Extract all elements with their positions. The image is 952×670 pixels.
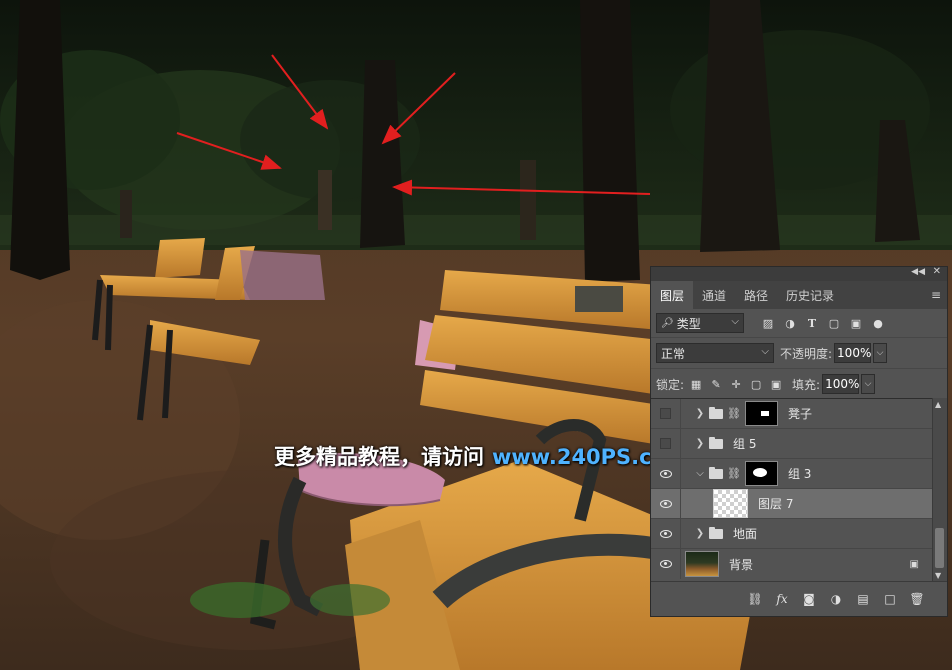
- opacity-input[interactable]: 100%: [834, 343, 871, 363]
- layer-thumbnail[interactable]: [713, 489, 748, 518]
- adjustment-filter-icon[interactable]: ◑: [784, 317, 796, 330]
- hidden-box-icon: [660, 438, 671, 449]
- visibility-toggle[interactable]: [651, 489, 681, 518]
- visibility-toggle[interactable]: [651, 399, 681, 428]
- layer-name: 组 5: [733, 437, 757, 451]
- layer-mask-thumbnail[interactable]: [744, 401, 778, 426]
- chevron-right-icon[interactable]: ❯: [695, 408, 705, 419]
- collapse-panel-icon[interactable]: ◀◀: [911, 267, 925, 277]
- layer-mask-thumbnail[interactable]: [744, 461, 778, 486]
- folder-open-icon: [709, 466, 723, 479]
- chevron-down-icon: ⌵: [731, 316, 739, 327]
- panel-menu-icon[interactable]: ≡: [931, 289, 941, 301]
- layer-thumbnail[interactable]: [685, 551, 719, 577]
- watermark-text: 更多精品教程，请访问: [274, 445, 484, 469]
- adjustment-layer-icon[interactable]: ◑: [828, 592, 844, 606]
- add-mask-icon[interactable]: ◙: [801, 592, 817, 606]
- visibility-toggle[interactable]: [651, 429, 681, 458]
- lock-artboard-icon[interactable]: ▢: [750, 378, 762, 391]
- panel-titlebar: ◀◀ ✕: [651, 266, 947, 281]
- trash-icon[interactable]: 🗑︎: [909, 592, 925, 606]
- folder-icon: [709, 436, 723, 449]
- lock-row: 锁定: ▦ ✎ ✛ ▢ ▣ 填充: 100% ⌵: [651, 368, 947, 399]
- new-group-icon[interactable]: ▤: [855, 592, 871, 606]
- filter-row: 🔎︎ 类型 ⌵ ▨ ◑ T ▢ ▣ ●: [651, 309, 947, 337]
- blend-row: 正常 ⌵ 不透明度: 100% ⌵: [651, 337, 947, 368]
- eye-icon: [659, 499, 672, 508]
- eye-icon: [659, 529, 672, 538]
- chevron-right-icon[interactable]: ❯: [695, 438, 705, 449]
- layers-scrollbar[interactable]: ▲ ▼: [932, 398, 947, 582]
- blend-mode-value: 正常: [661, 346, 686, 361]
- layer-row-group3[interactable]: ⌵ ⛓ 组 3: [651, 459, 933, 489]
- visibility-toggle[interactable]: [651, 519, 681, 548]
- search-icon: 🔎︎: [661, 317, 674, 329]
- scroll-down-icon[interactable]: ▼: [935, 571, 941, 580]
- visibility-toggle[interactable]: [651, 549, 681, 579]
- hidden-box-icon: [660, 408, 671, 419]
- filter-icons: ▨ ◑ T ▢ ▣ ●: [762, 317, 884, 330]
- layer-row-background[interactable]: 背景 ▣: [651, 549, 933, 579]
- link-icon[interactable]: ⛓: [727, 407, 741, 420]
- layer-name: 凳子: [787, 407, 812, 421]
- tab-history[interactable]: 历史记录: [777, 281, 843, 309]
- tab-channels[interactable]: 通道: [693, 281, 735, 309]
- eye-icon: [659, 560, 672, 568]
- folder-icon: [709, 526, 723, 539]
- watermark: 更多精品教程，请访问 www.240PS.com: [274, 441, 688, 471]
- opacity-dropdown-icon[interactable]: ⌵: [873, 343, 888, 363]
- new-layer-icon[interactable]: □: [882, 592, 898, 606]
- chevron-right-icon[interactable]: ❯: [695, 528, 705, 539]
- fill-input[interactable]: 100%: [822, 374, 859, 394]
- opacity-label: 不透明度:: [780, 346, 833, 361]
- layers-list: ❯ ⛓ 凳子 ❯ 组 5 ⌵ ⛓ 组 3 图层 7 ❯ 地面 背景 ▣: [651, 398, 933, 583]
- filter-type-select[interactable]: 🔎︎ 类型 ⌵: [656, 313, 744, 333]
- layer-row-group5[interactable]: ❯ 组 5: [651, 429, 933, 459]
- tab-paths[interactable]: 路径: [735, 281, 777, 309]
- tab-layers[interactable]: 图层: [651, 281, 694, 309]
- fill-dropdown-icon[interactable]: ⌵: [861, 374, 876, 394]
- lock-icons: ▦ ✎ ✛ ▢ ▣: [690, 378, 782, 391]
- lock-position-icon[interactable]: ✛: [730, 378, 742, 391]
- link-icon[interactable]: ⛓: [727, 467, 741, 480]
- layer-row-ground[interactable]: ❯ 地面: [651, 519, 933, 549]
- lock-transparency-icon[interactable]: ▦: [690, 378, 702, 391]
- panel-footer: ⛓ fx ◙ ◑ ▤ □ 🗑︎: [651, 581, 947, 616]
- scroll-up-icon[interactable]: ▲: [935, 400, 941, 409]
- lock-icon: ▣: [909, 558, 919, 570]
- close-icon[interactable]: ✕: [933, 266, 941, 277]
- eye-icon: [659, 469, 672, 478]
- layer-name: 组 3: [787, 467, 812, 481]
- layer-name: 地面: [733, 527, 758, 541]
- layer-name: 背景: [729, 557, 754, 572]
- lock-all-icon[interactable]: ▣: [770, 378, 782, 391]
- layer-row-stool[interactable]: ❯ ⛓ 凳子: [651, 399, 933, 429]
- scroll-thumb[interactable]: [935, 528, 944, 568]
- layer-name: 图层 7: [758, 497, 794, 511]
- panel-tabs: 图层 通道 路径 历史记录 ≡: [651, 281, 947, 309]
- filter-type-value: 类型: [676, 316, 701, 331]
- lock-label: 锁定:: [656, 377, 685, 392]
- type-filter-icon[interactable]: T: [806, 317, 818, 330]
- layer-row-layer7[interactable]: 图层 7: [651, 489, 933, 519]
- folder-icon: [709, 406, 723, 419]
- lock-paint-icon[interactable]: ✎: [710, 378, 722, 391]
- chevron-down-icon: ⌵: [761, 346, 769, 357]
- shape-filter-icon[interactable]: ▢: [828, 317, 840, 330]
- visibility-toggle[interactable]: [651, 459, 681, 488]
- blend-mode-select[interactable]: 正常 ⌵: [656, 343, 774, 363]
- pixel-filter-icon[interactable]: ▨: [762, 317, 774, 330]
- chevron-down-icon[interactable]: ⌵: [695, 468, 705, 479]
- layers-panel: ◀◀ ✕ 图层 通道 路径 历史记录 ≡ 🔎︎ 类型 ⌵ ▨ ◑ T ▢ ▣ ●…: [650, 266, 948, 617]
- link-layers-icon[interactable]: ⛓: [747, 592, 763, 606]
- filter-toggle-icon[interactable]: ●: [872, 317, 884, 330]
- fx-icon[interactable]: fx: [774, 592, 790, 606]
- smart-object-filter-icon[interactable]: ▣: [850, 317, 862, 330]
- fill-label: 填充:: [792, 377, 821, 392]
